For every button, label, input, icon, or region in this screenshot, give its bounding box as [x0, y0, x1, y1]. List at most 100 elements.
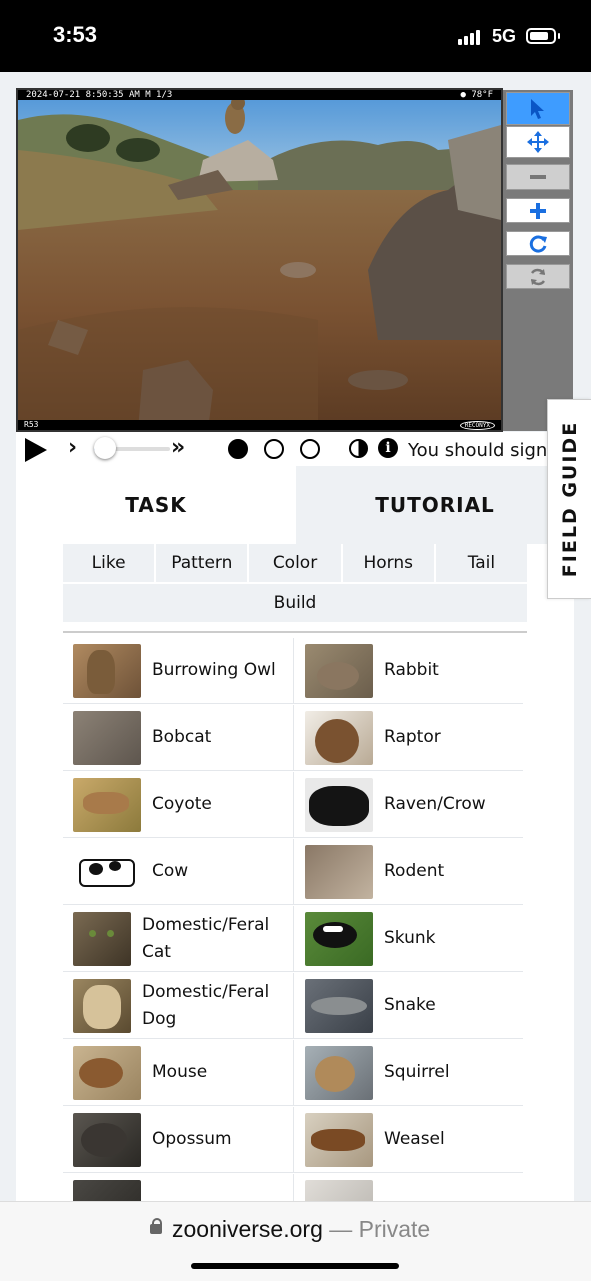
battery-icon [526, 28, 556, 44]
species-thumbnail [305, 643, 373, 698]
url-text[interactable]: zooniverse.org — Private [172, 1216, 430, 1243]
species-label: Domestic/Feral Dog [142, 981, 270, 1029]
fast-forward-icon[interactable]: » [171, 435, 185, 460]
species-coyote[interactable]: Coyote [63, 772, 293, 838]
tab-task[interactable]: TASK [16, 466, 296, 544]
camera-info-strip: 2024-07-21 8:50:35 AM M 1/3 ● 78°F [18, 90, 501, 100]
minus-icon [530, 175, 546, 179]
species-filters: Like Pattern Color Horns Tail Build [63, 544, 528, 624]
tab-tutorial[interactable]: TUTORIAL [296, 466, 574, 544]
species-label: Rabbit [384, 660, 439, 680]
species-thumbnail [73, 1045, 141, 1100]
species-weasel[interactable]: Weasel [293, 1107, 523, 1173]
field-guide-label: FIELD GUIDE [558, 420, 581, 578]
species-label: Squirrel [384, 1062, 450, 1082]
filter-tail[interactable]: Tail [435, 544, 528, 582]
rotate-button[interactable] [506, 231, 570, 256]
species-domestic-feral-dog[interactable]: Domestic/Feral Dog [63, 973, 293, 1039]
frame-dot[interactable] [300, 439, 320, 459]
frame-dot[interactable] [264, 439, 284, 459]
species-cow[interactable]: Cow [63, 839, 293, 905]
species-thumbnail [73, 844, 141, 899]
species-label: Rodent [384, 861, 445, 881]
divider [63, 631, 527, 633]
subject-image[interactable]: 2024-07-21 8:50:35 AM M 1/3 ● 78°F R53 R… [16, 88, 503, 432]
species-domestic-feral-cat[interactable]: Domestic/Feral Cat [63, 906, 293, 972]
filter-pattern[interactable]: Pattern [156, 544, 248, 582]
filter-build[interactable]: Build [63, 584, 527, 622]
field-guide-tab[interactable]: FIELD GUIDE [547, 399, 591, 599]
species-label: Raptor [384, 727, 441, 747]
zoom-in-button[interactable] [506, 198, 570, 223]
species-thumbnail [305, 844, 373, 899]
camera-id: R53 [24, 420, 39, 429]
species-skunk[interactable]: Skunk [293, 906, 523, 972]
sign-in-prompt[interactable]: You should sign [408, 440, 547, 461]
filter-like[interactable]: Like [63, 544, 155, 582]
camera-timestamp: 2024-07-21 8:50:35 AM M 1/3 [26, 90, 173, 100]
info-icon[interactable]: i [378, 438, 398, 458]
species-label: Skunk [384, 928, 436, 948]
species-label: Cow [152, 861, 189, 881]
species-burrowing-owl[interactable]: Burrowing Owl [63, 638, 293, 704]
species-thumbnail [73, 710, 141, 765]
move-arrows-icon [527, 131, 549, 153]
species-thumbnail [73, 1112, 141, 1167]
home-indicator[interactable] [191, 1263, 399, 1269]
species-label: Burrowing Owl [152, 660, 276, 680]
camera-temperature: ● 78°F [460, 90, 493, 100]
species-snake[interactable]: Snake [293, 973, 523, 1039]
species-label: Snake [384, 995, 436, 1015]
species-thumbnail [305, 777, 373, 832]
species-label: Weasel [384, 1129, 445, 1149]
playback-slider-handle[interactable] [94, 437, 117, 459]
filter-horns[interactable]: Horns [342, 544, 434, 582]
species-thumbnail [73, 978, 131, 1033]
step-forward-icon[interactable]: › [68, 435, 77, 460]
reset-button[interactable] [506, 264, 570, 289]
species-thumbnail [305, 911, 373, 966]
select-tool-button[interactable] [506, 92, 570, 125]
camera-trap-photo [18, 90, 501, 430]
species-raven-crow[interactable]: Raven/Crow [293, 772, 523, 838]
species-thumbnail [305, 710, 373, 765]
image-toolbar [503, 90, 573, 431]
camera-footer-strip: R53 RECONYX [18, 420, 501, 430]
url-domain: zooniverse.org [172, 1216, 323, 1242]
species-thumbnail [305, 1045, 373, 1100]
refresh-icon [530, 268, 546, 285]
species-rodent[interactable]: Rodent [293, 839, 523, 905]
species-bobcat[interactable]: Bobcat [63, 705, 293, 771]
rotate-icon [529, 235, 547, 253]
species-label: Coyote [152, 794, 212, 814]
filter-color[interactable]: Color [249, 544, 341, 582]
play-icon[interactable] [25, 438, 47, 462]
species-thumbnail [305, 1112, 373, 1167]
plus-icon [530, 202, 546, 219]
lock-icon [150, 1218, 162, 1234]
species-mouse[interactable]: Mouse [63, 1040, 293, 1106]
cellular-signal-icon [458, 30, 480, 45]
browser-url-bar[interactable]: zooniverse.org — Private [0, 1201, 591, 1281]
zoom-out-button[interactable] [506, 164, 570, 190]
species-opossum[interactable]: Opossum [63, 1107, 293, 1173]
reconyx-logo: RECONYX [459, 421, 495, 430]
classifier-panel: TASK TUTORIAL Like Pattern Color Horns T… [16, 466, 574, 1206]
cursor-arrow-icon [531, 98, 544, 119]
species-thumbnail [73, 911, 131, 966]
species-label: Mouse [152, 1062, 208, 1082]
network-type: 5G [492, 26, 517, 46]
species-thumbnail [73, 643, 141, 698]
frame-dot[interactable] [228, 439, 248, 459]
status-time: 3:53 [53, 22, 98, 47]
pan-tool-button[interactable] [506, 126, 570, 158]
playback-controls: › » i You should sign [16, 432, 548, 466]
species-raptor[interactable]: Raptor [293, 705, 523, 771]
species-label: Raven/Crow [384, 794, 486, 814]
species-rabbit[interactable]: Rabbit [293, 638, 523, 704]
status-bar: 3:53 5G [0, 0, 591, 72]
species-squirrel[interactable]: Squirrel [293, 1040, 523, 1106]
species-label: Domestic/Feral Cat [142, 914, 270, 962]
browsing-mode: Private [358, 1216, 431, 1242]
contrast-icon[interactable] [349, 439, 368, 458]
